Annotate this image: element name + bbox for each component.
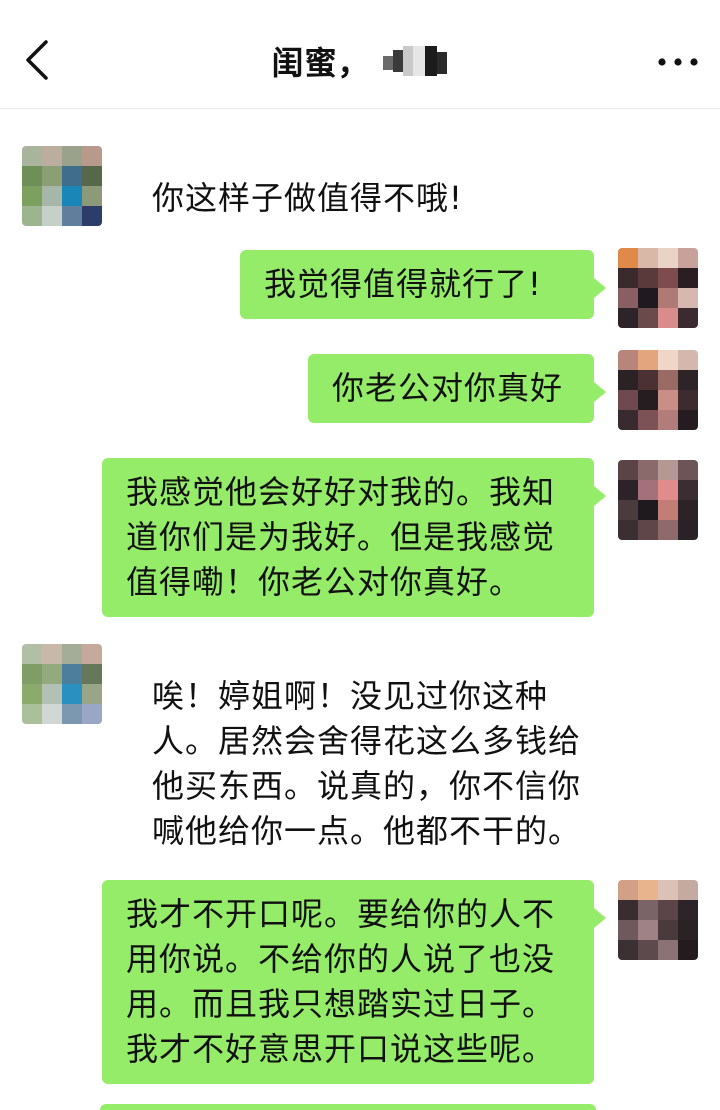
my-avatar[interactable] [618,880,698,960]
my-avatar[interactable] [618,460,698,540]
message-received[interactable]: 唉！婷姐啊！没见过你这种人。居然会舍得花这么多钱给他买东西。说真的，你不信你喊他… [128,662,622,866]
my-avatar[interactable] [618,248,698,328]
next-message-peek [100,1104,596,1110]
chat-title-area: 闺蜜， [0,38,720,84]
chat-message-list[interactable]: 你这样子做值得不哦! 我觉得值得就行了! 你老公对你真好 我感觉他会好好对我的。… [0,108,720,1110]
chat-title: 闺蜜， [271,44,371,82]
message-sent[interactable]: 我才不开口呢。要给你的人不用你说。不给你的人说了也没用。而且我只想踏实过日子。我… [102,880,606,1084]
more-dots-icon [658,58,698,66]
chat-header: 闺蜜， [0,0,720,109]
my-avatar[interactable] [618,350,698,430]
contact-avatar[interactable] [22,644,102,724]
message-sent[interactable]: 我觉得值得就行了! [240,250,606,319]
contact-avatar[interactable] [22,146,102,226]
message-sent[interactable]: 我感觉他会好好对我的。我知道你们是为我好。但是我感觉值得嘞！你老公对你真好。 [102,458,606,617]
pixelated-contact-name [379,44,449,78]
message-sent[interactable]: 你老公对你真好 [308,354,606,423]
message-received[interactable]: 你这样子做值得不哦! [128,164,508,233]
more-options-button[interactable] [654,44,702,80]
